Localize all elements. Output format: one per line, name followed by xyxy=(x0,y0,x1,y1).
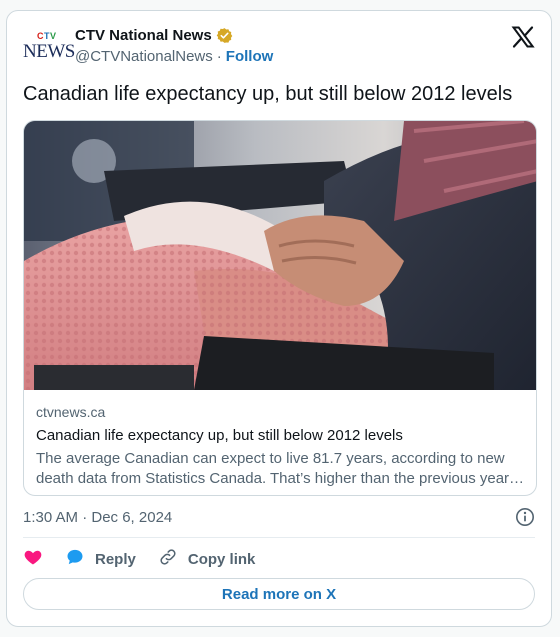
author-name-row: CTV National News xyxy=(75,27,233,44)
copy-link-button[interactable]: Copy link xyxy=(158,547,256,571)
link-icon xyxy=(158,547,178,571)
link-description-line-1: The average Canadian can expect to live … xyxy=(36,450,505,467)
logo-news-text: NEWS xyxy=(23,41,75,62)
speech-bubble-icon xyxy=(65,547,85,571)
embedded-post-card: CTV NEWS CTV National News @CTVNationalN… xyxy=(6,10,552,627)
like-button[interactable] xyxy=(23,547,43,571)
heart-icon xyxy=(23,547,43,571)
author-handle[interactable]: @CTVNationalNews xyxy=(75,48,213,65)
link-preview-card[interactable]: ctvnews.ca Canadian life expectancy up, … xyxy=(23,120,537,496)
reply-button[interactable]: Reply xyxy=(65,547,136,571)
read-more-button[interactable]: Read more on X xyxy=(23,578,535,610)
post-text: Canadian life expectancy up, but still b… xyxy=(23,83,513,105)
link-info: ctvnews.ca Canadian life expectancy up, … xyxy=(36,404,524,489)
link-title: Canadian life expectancy up, but still b… xyxy=(36,427,403,444)
post-header: CTV NEWS CTV National News @CTVNationalN… xyxy=(23,25,535,69)
post-timestamp[interactable]: 1:30 AM · Dec 6, 2024 xyxy=(23,509,172,526)
reply-label: Reply xyxy=(95,550,136,568)
follow-button[interactable]: Follow xyxy=(226,48,274,65)
link-description: The average Canadian can expect to live … xyxy=(36,449,526,489)
info-icon[interactable] xyxy=(515,507,535,527)
action-bar: Reply Copy link xyxy=(23,547,277,571)
divider xyxy=(23,537,535,538)
ctv-logo-mark: CTV xyxy=(37,31,57,41)
copy-link-label: Copy link xyxy=(187,550,256,568)
author-handle-row: @CTVNationalNews · Follow xyxy=(75,48,273,65)
separator-dot: · xyxy=(216,48,222,65)
link-domain: ctvnews.ca xyxy=(36,404,106,420)
preview-image xyxy=(24,121,536,390)
author-name[interactable]: CTV National News xyxy=(75,27,212,44)
link-description-line-2: death data from Statistics Canada. That’… xyxy=(36,470,525,487)
x-logo-icon[interactable] xyxy=(511,25,535,49)
ctv-news-logo[interactable]: CTV NEWS xyxy=(23,31,75,67)
verified-badge-icon xyxy=(216,27,233,44)
